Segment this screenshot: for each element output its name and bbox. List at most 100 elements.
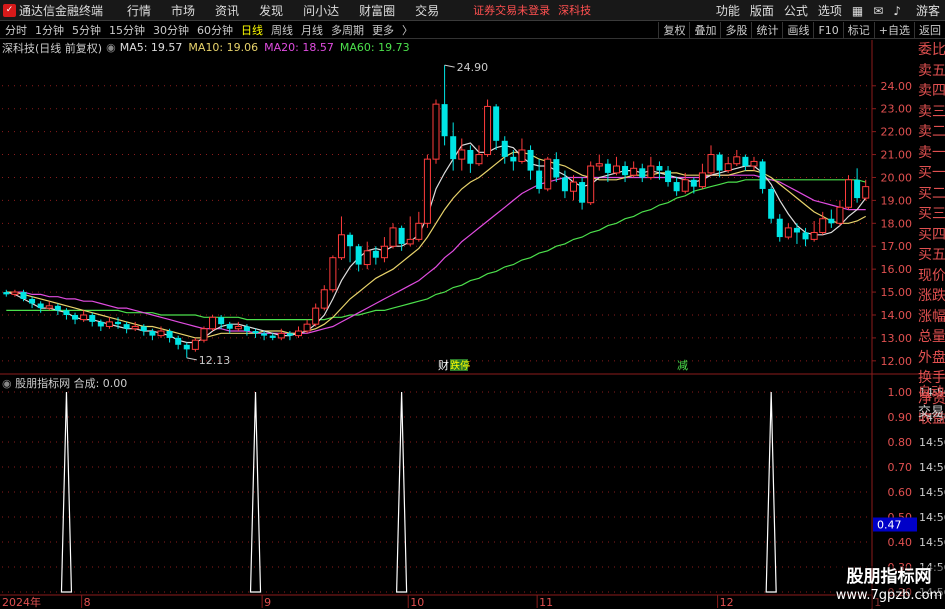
tool-f10[interactable]: F10 <box>813 22 842 39</box>
tool-back[interactable]: 返回 <box>914 22 945 39</box>
side-label: 买二 <box>918 185 945 202</box>
candle-body <box>363 250 371 266</box>
candle-body <box>286 333 293 336</box>
candle-body <box>372 250 379 258</box>
candle-body <box>536 170 543 189</box>
price-tick-label: 13.00 <box>881 332 913 345</box>
candle <box>3 289 10 297</box>
menu-item-xuanxiang[interactable]: 选项 <box>818 2 842 19</box>
menu-item-faxian[interactable]: 发现 <box>259 2 283 19</box>
period-60min[interactable]: 60分钟 <box>197 22 233 38</box>
candle <box>157 326 165 338</box>
price-tick-label: 15.00 <box>881 286 913 299</box>
bell-icon[interactable]: ♪ <box>893 4 901 18</box>
period-toolbar: 分时 1分钟 5分钟 15分钟 30分钟 60分钟 日线 周线 月线 多周期 更… <box>0 22 945 39</box>
candle-body <box>157 330 165 337</box>
candle-body <box>724 163 732 172</box>
candle <box>493 104 500 150</box>
menu-item-zixun[interactable]: 资讯 <box>215 2 239 19</box>
calendar-icon[interactable]: ▦ <box>852 4 863 18</box>
candle <box>527 145 534 180</box>
time-label: 14:56 <box>919 486 945 499</box>
period-15min[interactable]: 15分钟 <box>109 22 145 38</box>
candle-body <box>226 324 233 329</box>
date-label: 2024年 <box>2 595 41 609</box>
candle-body <box>845 179 853 208</box>
period-1min[interactable]: 1分钟 <box>35 22 64 38</box>
period-more[interactable]: 更多 <box>372 22 394 38</box>
candle-body <box>501 140 508 157</box>
candle-body <box>243 326 250 332</box>
candle <box>398 225 405 251</box>
menu-item-gongshi[interactable]: 公式 <box>784 2 808 19</box>
candle-body <box>183 344 190 350</box>
period-30min[interactable]: 30分钟 <box>153 22 189 38</box>
candle <box>622 161 629 183</box>
menu-item-gongneng[interactable]: 功能 <box>716 2 740 19</box>
candle <box>209 314 217 332</box>
candle-body <box>527 149 534 171</box>
price-tick-label: 19.00 <box>881 194 913 207</box>
kline-chart[interactable]: 24.00 23.00 22.00 21.00 20.00 19.00 18.00 17.00… <box>0 0 945 609</box>
candle <box>415 211 423 242</box>
menu-item-caifuquan[interactable]: 财富圈 <box>359 2 395 19</box>
tool-add-watchlist[interactable]: +自选 <box>873 22 914 39</box>
candle-body <box>622 166 629 176</box>
side-label: 买四 <box>918 226 945 243</box>
tool-fuquan[interactable]: 复权 <box>658 22 689 39</box>
auto-label[interactable]: 自动 <box>918 383 945 403</box>
tool-duogu[interactable]: 多股 <box>720 22 751 39</box>
candle <box>810 221 818 242</box>
side-label: 总量 <box>918 329 945 345</box>
guest-label[interactable]: 游客 <box>916 2 940 19</box>
candle <box>458 138 466 171</box>
candle-body <box>337 234 345 259</box>
signal-spike <box>60 391 73 593</box>
side-label: 涨跌 <box>918 288 945 304</box>
tool-diejia[interactable]: 叠加 <box>689 22 720 39</box>
candle <box>140 324 147 336</box>
high-label: 24.90 <box>457 61 489 74</box>
login-notice[interactable]: 证券交易未登录 <box>473 2 550 18</box>
quote-side-panel[interactable]: 委比 卖五 卖四 卖三 卖二 卖一 买一 买二 买三 买四 买五 现价 涨跌 涨幅 总量 外盘 换手 净资 收益 <box>918 40 945 427</box>
candle-body <box>441 104 448 137</box>
tool-tongji[interactable]: 统计 <box>751 22 782 39</box>
period-monthly[interactable]: 月线 <box>301 22 323 38</box>
candle-body <box>347 234 354 247</box>
candle <box>681 172 689 194</box>
period-fenshi[interactable]: 分时 <box>5 22 27 38</box>
candle <box>828 209 835 228</box>
menu-item-shichang[interactable]: 市场 <box>171 2 195 19</box>
trade-label[interactable]: 交易 <box>918 403 945 423</box>
candle-body <box>810 231 818 240</box>
mail-icon[interactable]: ✉ <box>873 4 883 18</box>
menu-item-banmian[interactable]: 版面 <box>750 2 774 19</box>
tool-biaoji[interactable]: 标记 <box>842 22 874 39</box>
period-weekly[interactable]: 周线 <box>271 22 293 38</box>
candle <box>200 326 208 343</box>
main-legend: 深科技(日线 前复权) ◉ MA5: 19.57 MA10: 19.06 MA2… <box>2 40 410 55</box>
menu-item-hangqing[interactable]: 行情 <box>127 2 151 19</box>
price-tick-label: 21.00 <box>881 149 913 162</box>
chevron-right-icon[interactable]: 〉 <box>402 22 413 38</box>
candle-body <box>89 314 96 322</box>
period-daily[interactable]: 日线 <box>241 22 263 38</box>
settings-icon[interactable]: ◉ <box>2 377 12 390</box>
settings-icon[interactable]: ◉ <box>106 41 116 54</box>
candle <box>656 161 663 180</box>
candle-body <box>561 177 568 192</box>
sub-side-panel[interactable]: 自动 交易 <box>918 383 945 423</box>
candle-body <box>149 331 156 336</box>
candle-body <box>836 206 844 224</box>
current-value-label: 0.47 <box>877 519 902 532</box>
candle <box>647 156 655 180</box>
candle-body <box>742 156 749 167</box>
period-multi[interactable]: 多周期 <box>331 22 364 38</box>
menu-item-wenxiaoda[interactable]: 问小达 <box>303 2 339 19</box>
tool-huaxian[interactable]: 画线 <box>782 22 813 39</box>
candle-body <box>493 106 500 141</box>
period-5min[interactable]: 5分钟 <box>72 22 101 38</box>
candle-body <box>45 305 53 309</box>
menu-item-jiaoyi[interactable]: 交易 <box>415 2 439 19</box>
side-label: 卖二 <box>918 124 945 140</box>
